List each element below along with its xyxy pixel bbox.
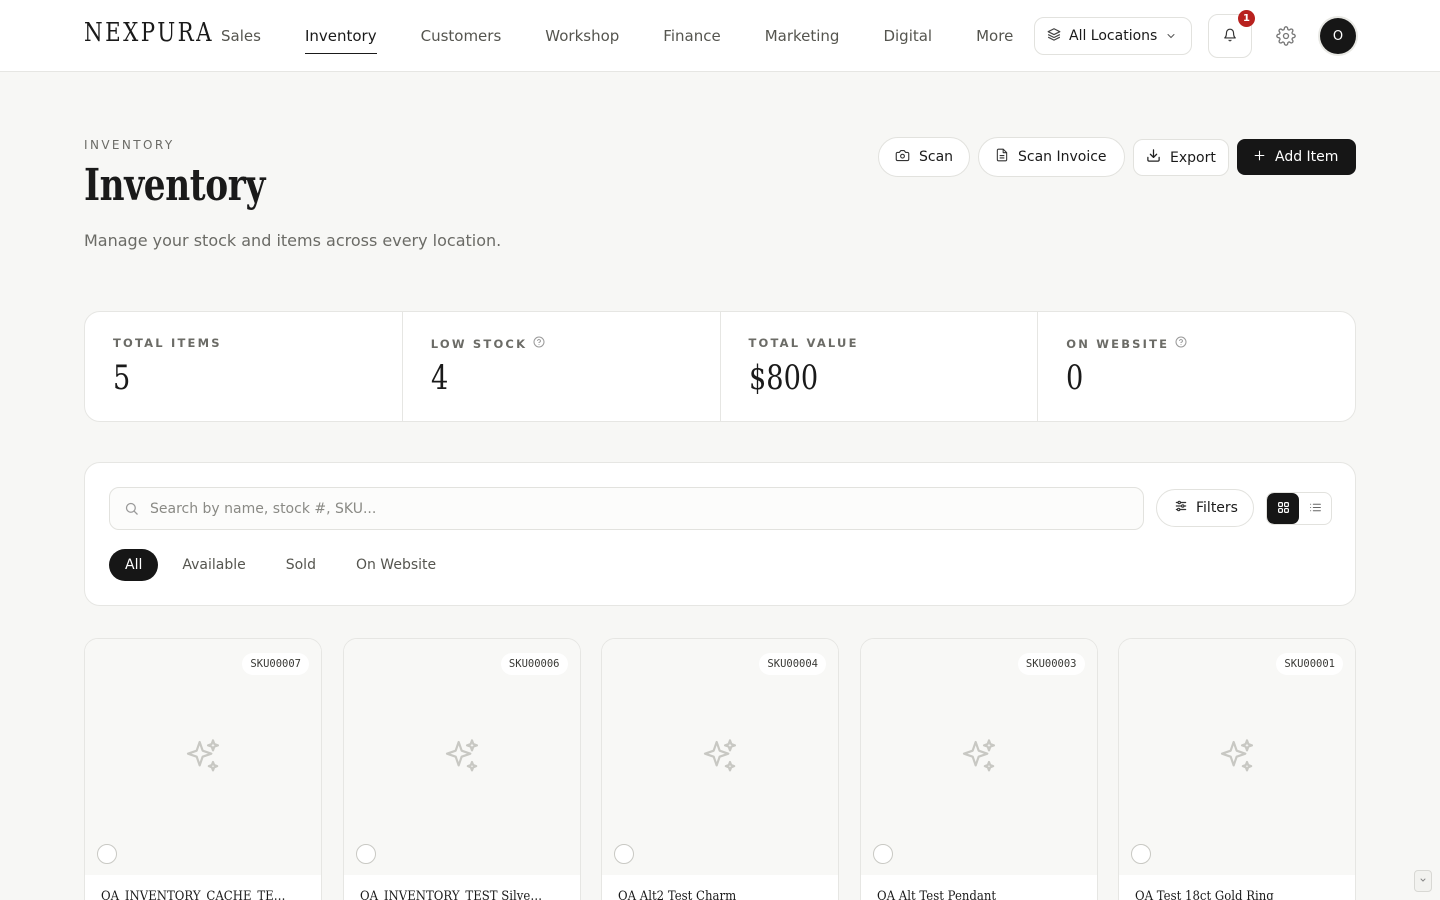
filters-button-label: Filters (1196, 500, 1238, 516)
inventory-grid: SKU00007 QA_INVENTORY_CACHE_TEST Item SK… (84, 638, 1356, 900)
scan-button-label: Scan (919, 149, 954, 165)
page-title: Inventory (84, 160, 265, 211)
layers-icon (1047, 27, 1061, 45)
inventory-card[interactable]: SKU00004 QA Alt2 Test Charm (601, 638, 839, 900)
filter-panel: Filters All Available Sold On Website (84, 462, 1356, 606)
sku-badge: SKU00004 (759, 653, 826, 675)
grid-view-button[interactable] (1267, 493, 1299, 524)
sku-badge: SKU00006 (500, 653, 568, 675)
stat-on-website: ON WEBSITE 0 (1038, 312, 1355, 421)
bell-icon (1223, 27, 1237, 46)
tab-on-website[interactable]: On Website (340, 549, 452, 581)
chevron-down-icon (1419, 876, 1427, 887)
export-button[interactable]: Export (1133, 139, 1229, 176)
select-checkbox[interactable] (872, 844, 893, 864)
location-selector-label: All Locations (1069, 28, 1158, 44)
tab-available[interactable]: Available (166, 549, 261, 581)
item-name: QA_INVENTORY_TEST Silver Bangle (359, 889, 545, 900)
nav-item-customers[interactable]: Customers (421, 0, 502, 72)
stat-value: $800 (748, 358, 818, 398)
list-view-button[interactable] (1299, 493, 1331, 524)
nav-item-workshop[interactable]: Workshop (545, 0, 619, 72)
user-avatar[interactable]: O (1320, 18, 1356, 54)
scroll-down-button[interactable] (1414, 870, 1432, 892)
stat-total-value: TOTAL VALUE $800 (721, 312, 1039, 421)
stat-label: TOTAL VALUE (748, 336, 859, 350)
item-image-placeholder: SKU00003 (860, 639, 1097, 875)
select-checkbox[interactable] (1131, 844, 1151, 864)
nav-item-digital[interactable]: Digital (883, 0, 932, 72)
stat-label: LOW STOCK (430, 336, 528, 351)
sparkles-icon (959, 737, 999, 781)
list-icon (1309, 499, 1322, 518)
sku-badge: SKU00001 (1276, 653, 1343, 675)
export-button-label: Export (1170, 149, 1216, 166)
chevron-down-icon (1165, 30, 1177, 46)
grid-icon (1277, 499, 1290, 518)
sparkles-icon (1217, 737, 1257, 781)
page-eyebrow: INVENTORY (84, 138, 175, 152)
help-circle-icon[interactable] (1175, 336, 1187, 351)
add-item-button[interactable]: Add Item (1237, 139, 1356, 175)
camera-icon (895, 148, 910, 167)
inventory-card[interactable]: SKU00006 QA_INVENTORY_TEST Silver Bangle (342, 638, 581, 900)
stat-total-items: TOTAL ITEMS 5 (85, 312, 403, 421)
select-checkbox[interactable] (355, 844, 376, 864)
search-box[interactable] (109, 487, 1144, 530)
help-circle-icon[interactable] (533, 336, 545, 351)
select-checkbox[interactable] (97, 844, 117, 864)
stat-low-stock: LOW STOCK 4 (403, 312, 721, 421)
top-navigation-bar: NEXPURA Sales Inventory Customers Worksh… (0, 0, 1440, 72)
notification-count-badge: 1 (1238, 10, 1255, 27)
sparkles-icon (183, 737, 223, 781)
stats-panel: TOTAL ITEMS 5 LOW STOCK 4 TOTAL VALUE $8… (84, 311, 1356, 422)
inventory-card[interactable]: SKU00003 QA Alt Test Pendant (859, 638, 1098, 900)
inventory-card[interactable]: SKU00007 QA_INVENTORY_CACHE_TEST Item (84, 638, 322, 900)
stat-label: ON WEBSITE (1066, 336, 1170, 351)
sku-badge: SKU00003 (1017, 653, 1085, 675)
stat-label: TOTAL ITEMS (113, 336, 222, 350)
inventory-card[interactable]: SKU00001 QA Test 18ct Gold Ring (1118, 638, 1356, 900)
stat-value: 0 (1066, 358, 1084, 398)
stat-value: 5 (113, 358, 131, 398)
select-checkbox[interactable] (614, 844, 634, 864)
main-nav: Sales Inventory Customers Workshop Finan… (221, 0, 1057, 72)
tab-sold[interactable]: Sold (270, 549, 332, 581)
plus-icon (1253, 149, 1266, 166)
gear-icon[interactable] (1276, 26, 1296, 46)
item-image-placeholder: SKU00004 (602, 639, 838, 875)
sparkles-icon (442, 737, 482, 781)
tab-all[interactable]: All (109, 549, 159, 581)
item-name: QA Test 18ct Gold Ring (1135, 889, 1274, 900)
item-image-placeholder: SKU00001 (1119, 639, 1355, 875)
item-image-placeholder: SKU00006 (343, 639, 580, 875)
filters-button[interactable]: Filters (1156, 489, 1254, 527)
nav-item-inventory[interactable]: Inventory (304, 0, 377, 72)
nav-item-more[interactable]: More (976, 0, 1013, 72)
brand-logo[interactable]: NEXPURA (84, 18, 214, 48)
add-item-button-label: Add Item (1275, 149, 1339, 165)
nav-item-sales[interactable]: Sales (221, 0, 261, 72)
sku-badge: SKU00007 (242, 653, 309, 675)
page-subtitle: Manage your stock and items across every… (84, 231, 502, 250)
search-input[interactable] (150, 488, 1130, 529)
location-selector[interactable]: All Locations (1034, 17, 1192, 55)
document-icon (995, 148, 1009, 166)
status-tabs: All Available Sold On Website (109, 549, 460, 581)
item-name: QA Alt2 Test Charm (618, 889, 737, 900)
scan-button[interactable]: Scan (878, 137, 970, 177)
item-name: QA Alt Test Pendant (876, 889, 996, 900)
stat-value: 4 (430, 358, 449, 398)
sparkles-icon (700, 737, 740, 781)
download-icon (1146, 148, 1161, 167)
view-mode-toggle (1266, 492, 1332, 525)
item-name: QA_INVENTORY_CACHE_TEST Item (101, 889, 287, 900)
nav-item-marketing[interactable]: Marketing (765, 0, 840, 72)
search-icon (124, 501, 139, 520)
nav-item-finance[interactable]: Finance (663, 0, 720, 72)
item-image-placeholder: SKU00007 (85, 639, 321, 875)
sliders-icon (1174, 499, 1188, 517)
scan-invoice-button[interactable]: Scan Invoice (978, 137, 1125, 177)
scan-invoice-button-label: Scan Invoice (1018, 149, 1107, 165)
